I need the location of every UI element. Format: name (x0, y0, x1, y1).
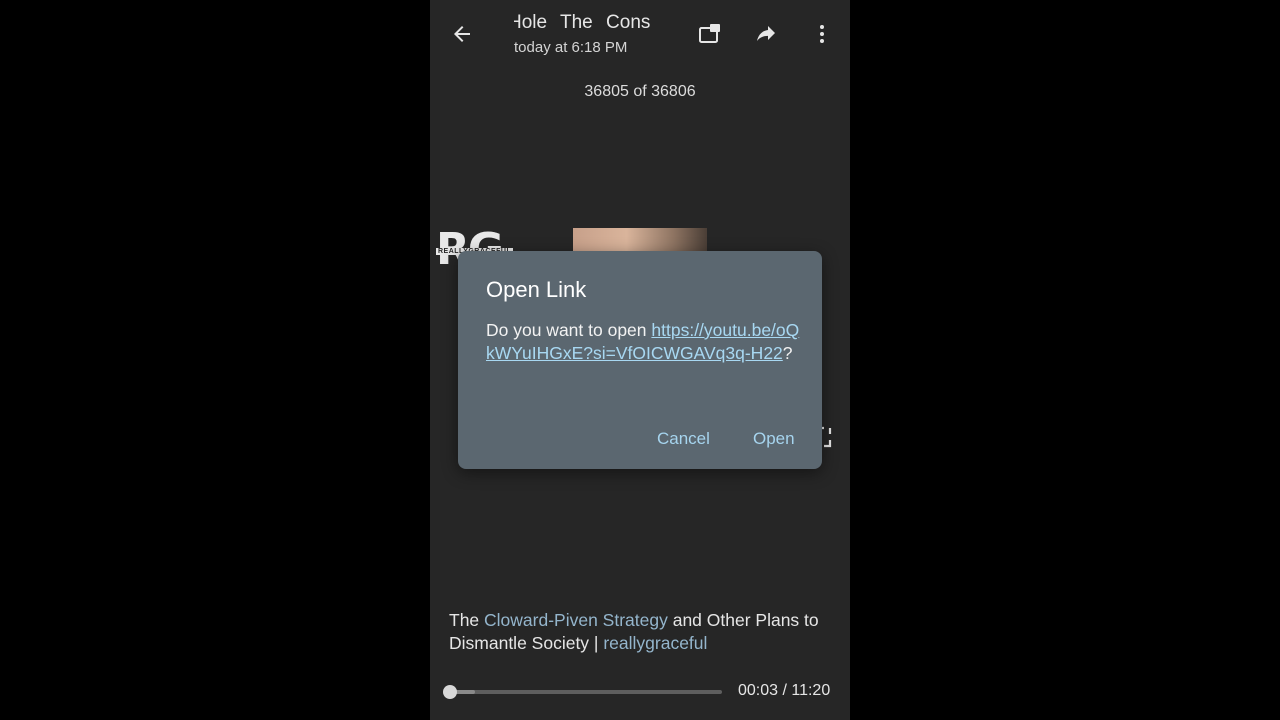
share-button[interactable] (746, 14, 786, 54)
seek-handle[interactable] (443, 685, 457, 699)
dialog-title: Open Link (486, 277, 587, 302)
open-button[interactable]: Open (753, 429, 795, 449)
open-in-new-window-icon (699, 24, 720, 43)
dialog-message-suffix: ? (782, 342, 793, 363)
more-vertical-icon (820, 25, 824, 43)
playback-time: 00:03 / 11:20 (738, 682, 831, 699)
caption-text-1: The (449, 610, 485, 630)
open-link-dialog: Open Link Do you want to open https://yo… (458, 251, 822, 469)
dialog-message-prefix: Do you want to open (486, 320, 652, 340)
media-caption: The Cloward-Piven Strategy and Other Pla… (449, 609, 839, 654)
back-button[interactable] (442, 14, 482, 54)
top-app-bar: Hole The Cons today at 6:18 PM (430, 0, 850, 72)
seek-bar[interactable] (448, 690, 722, 694)
share-arrow-icon (757, 26, 775, 41)
cancel-button[interactable]: Cancel (657, 429, 710, 449)
more-options-button[interactable] (802, 14, 842, 54)
title-block: Hole The Cons today at 6:18 PM (514, 12, 662, 56)
media-counter: 36805 of 36806 (584, 83, 696, 100)
open-in-new-window-button[interactable] (690, 14, 730, 54)
media-viewer-screen: Hole The Cons today at 6:18 PM 36805 of … (430, 0, 850, 720)
message-timestamp: today at 6:18 PM (514, 39, 628, 56)
dialog-message: Do you want to open https://youtu.be/oQk… (486, 319, 802, 364)
arrow-left-icon (454, 26, 470, 42)
caption-link-strategy[interactable]: Cloward-Piven Strategy (484, 610, 668, 630)
chat-title: Hole The Cons (514, 12, 651, 33)
caption-link-channel[interactable]: reallygraceful (603, 633, 707, 653)
